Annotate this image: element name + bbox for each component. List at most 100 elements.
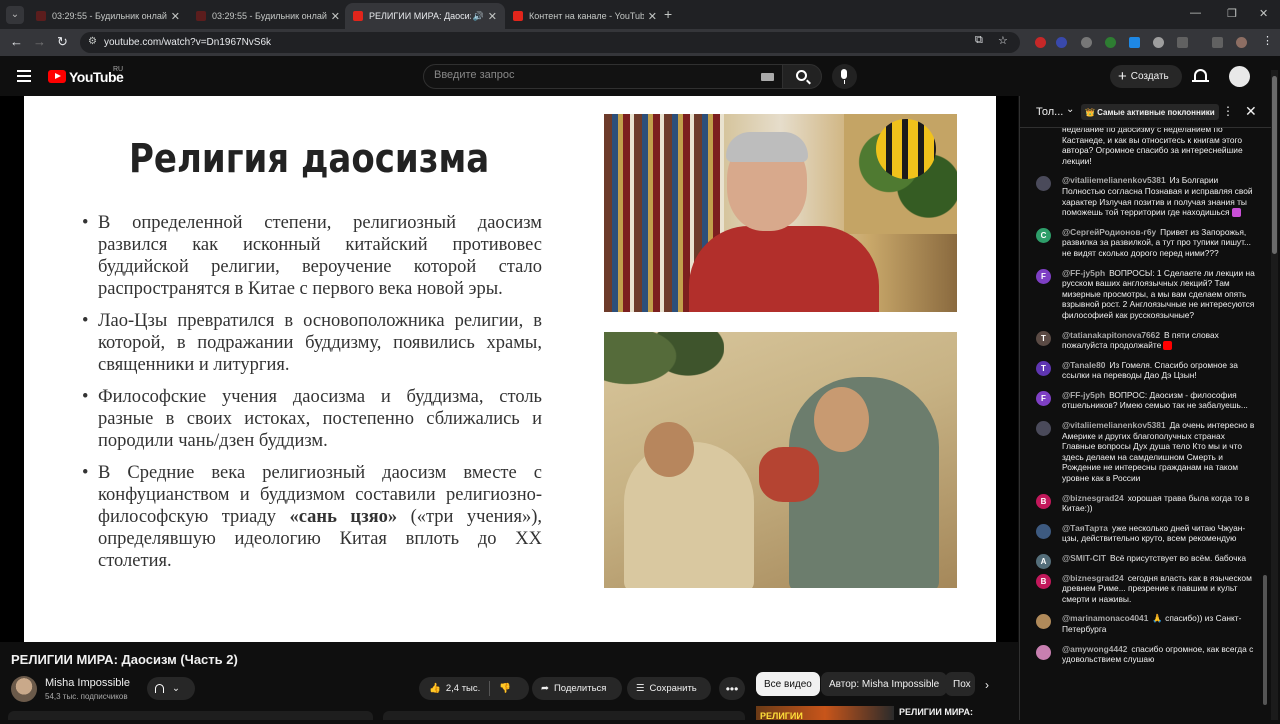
chat-author-avatar[interactable]: F	[1036, 268, 1051, 284]
chat-message[interactable]: @vitaliiemelianenkov5381 Да очень интерес…	[1020, 418, 1271, 486]
chat-message[interactable]: F @FF-jy5ph ВОПРОС: Даосизм - философия от…	[1020, 388, 1271, 413]
profile-avatar[interactable]	[1236, 37, 1247, 48]
guide-menu-icon[interactable]	[17, 70, 31, 85]
more-actions-button[interactable]: •••	[719, 677, 745, 700]
extension-icon[interactable]	[1081, 37, 1092, 48]
chat-message[interactable]: @amywong4442 спасибо огромное, как всегда…	[1020, 642, 1271, 667]
chat-author-avatar[interactable]	[1036, 614, 1051, 630]
minimize-icon[interactable]: —	[1190, 7, 1201, 19]
chat-author-avatar[interactable]: F	[1036, 390, 1051, 406]
extension-icon[interactable]	[1129, 37, 1140, 48]
chat-author-name[interactable]: @Tanale80	[1062, 360, 1105, 370]
share-button[interactable]: ➦ Поделиться	[532, 677, 622, 700]
chat-author-avatar[interactable]: С	[1036, 227, 1051, 243]
browser-menu-icon[interactable]: ⋮	[1262, 34, 1273, 47]
address-bar[interactable]: ⚙ youtube.com/watch?v=Dn1967NvS6k	[80, 32, 1020, 53]
chat-author-avatar[interactable]	[1036, 644, 1051, 660]
recommended-video-thumbnail[interactable]: РЕЛИГИИ	[756, 706, 894, 721]
chevron-down-icon[interactable]: ⌄	[1066, 104, 1074, 115]
chat-author-name[interactable]: @marinamonaco4041	[1062, 613, 1148, 623]
save-button[interactable]: ☰ Сохранить	[627, 677, 711, 700]
like-dislike-group[interactable]: 👍 2,4 тыс. 👎	[419, 677, 529, 700]
chat-message[interactable]: @marinamonaco4041 🙏 спасибо)) из Санкт-Пе…	[1020, 611, 1271, 636]
chat-message[interactable]: С @СергейРодионов-г6у Привет из Запорожья,…	[1020, 225, 1271, 261]
tab-search-button[interactable]: ⌄	[6, 6, 24, 24]
chip-all-videos[interactable]: Все видео	[756, 672, 820, 696]
new-tab-button[interactable]: +	[664, 6, 672, 22]
chat-author-avatar[interactable]	[1036, 176, 1051, 192]
chat-message[interactable]: T @tatianakapitonova7662 В пяти словах пож…	[1020, 328, 1271, 353]
create-button[interactable]: + Создать	[1110, 65, 1182, 88]
chat-message[interactable]: B @biznesgrad24 сегодня власть как в языче…	[1020, 571, 1271, 607]
browser-tab[interactable]: Контент на канале - YouTube S ✕	[505, 3, 665, 29]
tab-close-icon[interactable]: ✕	[171, 10, 180, 23]
back-icon[interactable]: ←	[10, 34, 23, 49]
chat-message[interactable]: F @FF-jy5ph ВОПРОСЫ: 1 Сделаете ли лекции …	[1020, 266, 1271, 323]
chat-author-avatar[interactable]	[1036, 421, 1051, 437]
search-input[interactable]	[434, 69, 734, 81]
chevron-right-icon[interactable]: ›	[985, 678, 989, 692]
chat-author-name[interactable]: @biznesgrad24	[1062, 573, 1124, 583]
keyboard-icon[interactable]	[761, 73, 774, 81]
extension-icon[interactable]	[1035, 37, 1046, 48]
voice-search-mic-icon[interactable]	[832, 64, 857, 89]
extension-icon[interactable]	[1056, 37, 1067, 48]
chat-author-name[interactable]: @FF-jy5ph	[1062, 390, 1105, 400]
extensions-puzzle-icon[interactable]	[1177, 37, 1188, 48]
chat-author-name[interactable]: @vitaliiemelianenkov5381	[1062, 175, 1166, 185]
window-close-icon[interactable]: ✕	[1259, 7, 1268, 20]
chat-author-name[interactable]: @СергейРодионов-г6у	[1062, 227, 1156, 237]
bookmark-star-icon[interactable]: ☆	[998, 34, 1008, 47]
chat-author-name[interactable]: @amywong4442	[1062, 644, 1127, 654]
top-fans-badge[interactable]: 👑 Самые активные поклонники	[1081, 104, 1219, 120]
channel-avatar[interactable]	[11, 676, 37, 702]
chat-author-avatar[interactable]	[1036, 523, 1051, 539]
chat-message[interactable]: неделание по даосизму с неделанием по Ка…	[1020, 124, 1271, 168]
chat-author-avatar[interactable]: T	[1036, 360, 1051, 376]
chat-author-name[interactable]: @biznesgrad24	[1062, 493, 1124, 503]
chat-author-name[interactable]: @vitaliiemelianenkov5381	[1062, 420, 1166, 430]
thumbs-down-icon[interactable]: 👎	[499, 683, 511, 694]
like-count[interactable]: 2,4 тыс.	[446, 683, 480, 694]
restore-icon[interactable]: ❐	[1227, 7, 1237, 20]
extension-icon[interactable]	[1153, 37, 1164, 48]
browser-tab[interactable]: 03:29:55 - Будильник онлайн ✕	[188, 3, 348, 29]
chat-mode-label[interactable]: Тол...	[1036, 106, 1063, 118]
subscription-bell-button[interactable]: ⌄	[147, 677, 195, 700]
audio-playing-icon[interactable]: 🔊	[473, 11, 484, 22]
tab-close-icon[interactable]: ✕	[648, 10, 657, 23]
channel-name[interactable]: Misha Impossible	[45, 677, 130, 689]
youtube-logo-icon[interactable]	[48, 70, 66, 83]
reload-icon[interactable]: ↻	[57, 34, 68, 50]
search-button[interactable]	[782, 64, 822, 89]
chat-scrollbar-thumb[interactable]	[1263, 575, 1267, 705]
tab-close-icon[interactable]: ✕	[331, 10, 340, 23]
chat-message-list[interactable]: неделание по даосизму с неделанием по Ка…	[1020, 124, 1271, 716]
browser-tab-active[interactable]: РЕЛИГИИ МИРА: Даосизм 🔊 ✕	[345, 3, 505, 29]
chat-message[interactable]: B @biznesgrad24 хорошая трава была когда т…	[1020, 491, 1271, 516]
chat-author-name[interactable]: @ТаяТарта	[1062, 523, 1108, 533]
browser-tab[interactable]: 03:29:55 - Будильник онлайн ✕	[28, 3, 188, 29]
chip-by-author[interactable]: Автор: Misha Impossible	[821, 672, 948, 696]
chat-author-name[interactable]: @FF-jy5ph	[1062, 268, 1105, 278]
chat-close-icon[interactable]: ✕	[1245, 103, 1257, 120]
site-info-icon[interactable]: ⚙	[88, 36, 97, 47]
forward-icon[interactable]: →	[33, 34, 46, 49]
chat-author-avatar[interactable]: T	[1036, 330, 1051, 346]
chat-author-avatar[interactable]: B	[1036, 493, 1051, 509]
chip-related[interactable]: Пох	[945, 672, 975, 696]
search-box[interactable]	[423, 64, 783, 89]
notifications-bell-icon[interactable]	[1192, 69, 1209, 82]
recommended-video-title[interactable]: РЕЛИГИИ МИРА:	[899, 707, 973, 717]
chat-message[interactable]: T @Tanale80 Из Гомеля. Спасибо огромное за…	[1020, 358, 1271, 383]
tab-close-icon[interactable]: ✕	[488, 10, 497, 23]
chat-message[interactable]: @ТаяТарта уже несколько дней читаю Чжуан-…	[1020, 521, 1271, 546]
chat-author-avatar[interactable]: B	[1036, 573, 1051, 589]
page-scrollbar-thumb[interactable]	[1272, 76, 1277, 254]
chat-author-avatar[interactable]: A	[1036, 554, 1051, 569]
video-player[interactable]: Религия даосизма В определенной степени,…	[0, 96, 1018, 642]
thumbs-up-icon[interactable]: 👍	[429, 683, 441, 694]
chat-message[interactable]: A @SMIT-CIT Всё присутствует во всём. бабо…	[1020, 551, 1271, 569]
account-avatar[interactable]	[1229, 66, 1250, 87]
install-app-icon[interactable]: ⧉	[975, 34, 983, 47]
